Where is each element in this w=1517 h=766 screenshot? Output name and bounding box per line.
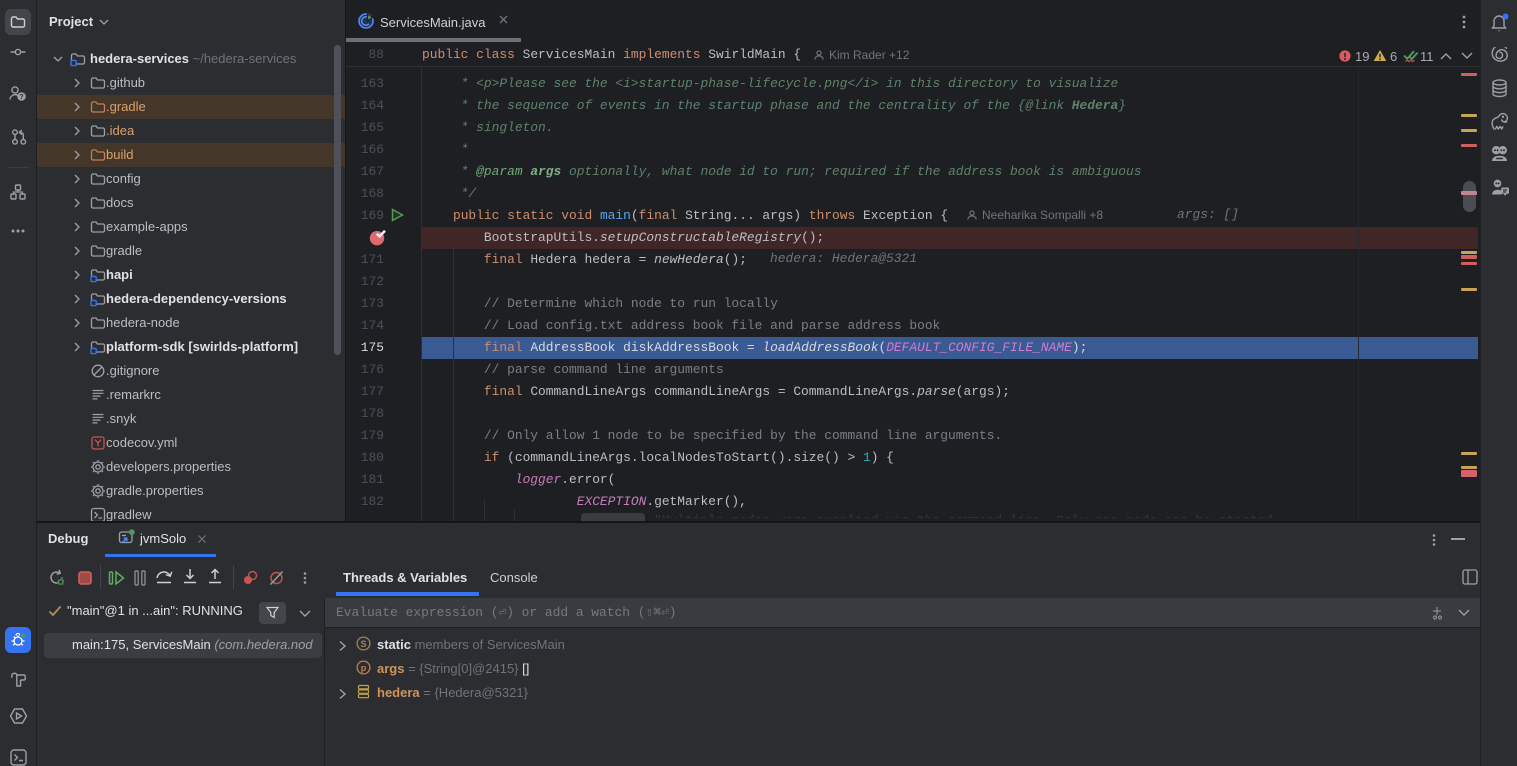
svg-text:p: p (361, 663, 367, 673)
svg-text:?: ? (19, 94, 23, 101)
svg-text:S: S (360, 639, 366, 649)
